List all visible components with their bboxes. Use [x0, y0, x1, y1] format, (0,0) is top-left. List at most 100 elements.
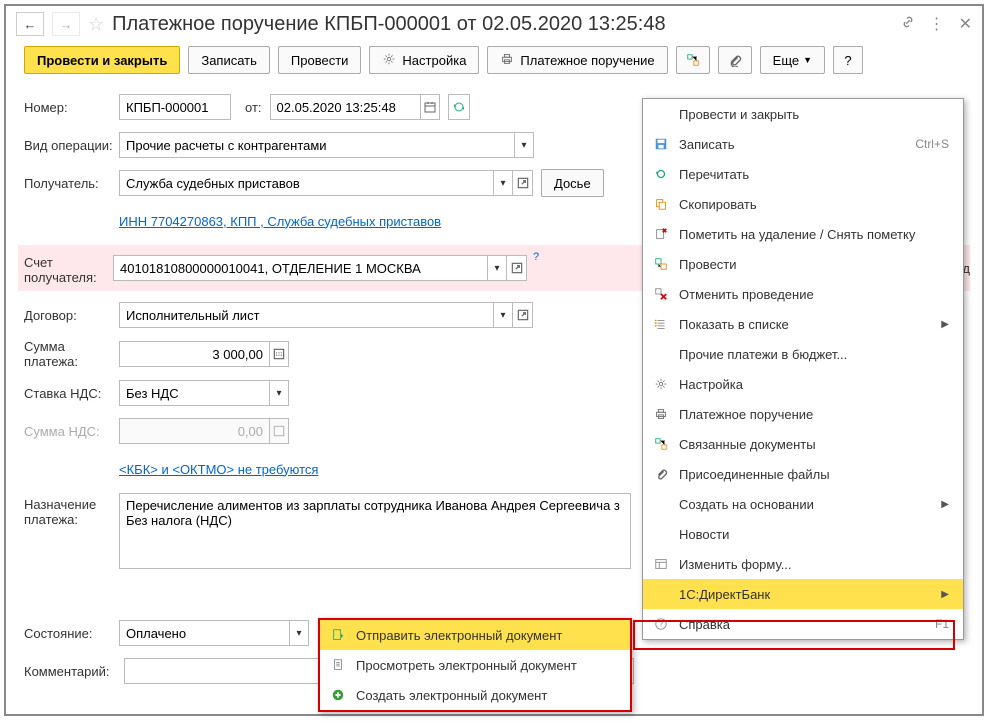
form-icon	[653, 556, 669, 572]
date-input[interactable]	[270, 94, 420, 120]
menu-copy[interactable]: Скопировать	[643, 189, 963, 219]
menu-attached-files[interactable]: Присоединенные файлы	[643, 459, 963, 489]
recipient-input[interactable]	[119, 170, 493, 196]
paperclip-icon	[653, 466, 669, 482]
recipient-label: Получатель:	[24, 176, 119, 191]
save-button[interactable]: Записать	[188, 46, 270, 74]
menu-news[interactable]: Новости	[643, 519, 963, 549]
help-icon: ?	[653, 616, 669, 632]
menu-show-in-list[interactable]: Показать в списке ▶	[643, 309, 963, 339]
menu-settings[interactable]: Настройка	[643, 369, 963, 399]
link-icon[interactable]	[901, 15, 915, 34]
sum-input[interactable]	[119, 341, 269, 367]
vat-rate-dropdown[interactable]: ▾	[269, 380, 289, 406]
state-input[interactable]	[119, 620, 289, 646]
copy-icon	[653, 196, 669, 212]
printer-icon	[653, 406, 669, 422]
menu-help[interactable]: ? Справка F1	[643, 609, 963, 639]
chevron-right-icon: ▶	[941, 589, 949, 600]
unpost-icon	[653, 286, 669, 302]
sum-label: Сумма платежа:	[24, 339, 119, 369]
chevron-right-icon: ▶	[941, 319, 949, 330]
payee-account-label: Счет получателя:	[18, 251, 113, 285]
menu-print-payment-order[interactable]: Платежное поручение	[643, 399, 963, 429]
close-icon[interactable]: ✕	[959, 14, 972, 34]
structure-button[interactable]	[676, 46, 710, 74]
send-doc-icon	[330, 627, 346, 643]
menu-directbank[interactable]: 1С:ДиректБанк ▶	[643, 579, 963, 609]
gear-icon	[382, 52, 396, 69]
vat-sum-calc	[269, 418, 289, 444]
op-type-label: Вид операции:	[24, 138, 119, 153]
more-menu: Провести и закрыть Записать Ctrl+S Переч…	[642, 98, 964, 640]
number-label: Номер:	[24, 100, 119, 115]
window-title: Платежное поручение КПБП-000001 от 02.05…	[112, 13, 892, 36]
purpose-label: Назначение платежа:	[24, 493, 119, 527]
chevron-right-icon: ▶	[941, 499, 949, 510]
contract-open[interactable]	[513, 302, 533, 328]
menu-post-close[interactable]: Провести и закрыть	[643, 99, 963, 129]
payee-account-input[interactable]	[113, 255, 487, 281]
linked-icon	[653, 436, 669, 452]
menu-unpost[interactable]: Отменить проведение	[643, 279, 963, 309]
menu-mark-delete[interactable]: Пометить на удаление / Снять пометку	[643, 219, 963, 249]
post-button[interactable]: Провести	[278, 46, 362, 74]
add-icon	[330, 687, 346, 703]
help-button[interactable]: ?	[833, 46, 863, 74]
dossier-button[interactable]: Досье	[541, 169, 604, 197]
favorite-icon[interactable]: ☆	[88, 14, 104, 35]
delete-mark-icon	[653, 226, 669, 242]
state-dropdown[interactable]: ▾	[289, 620, 309, 646]
sum-calc-button[interactable]	[269, 341, 289, 367]
more-vertical-icon[interactable]: ⋮	[929, 14, 945, 34]
post-icon	[653, 256, 669, 272]
payee-account-dropdown[interactable]: ▾	[487, 255, 507, 281]
attachment-button[interactable]	[718, 46, 752, 74]
number-input[interactable]	[119, 94, 231, 120]
contract-input[interactable]	[119, 302, 493, 328]
op-type-dropdown[interactable]: ▾	[514, 132, 534, 158]
post-and-close-button[interactable]: Провести и закрыть	[24, 46, 180, 74]
menu-save[interactable]: Записать Ctrl+S	[643, 129, 963, 159]
kbk-link[interactable]: <КБК> и <ОКТМО> не требуются	[119, 462, 318, 477]
contract-dropdown[interactable]: ▾	[493, 302, 513, 328]
send-edoc-item[interactable]: Отправить электронный документ	[320, 620, 630, 650]
save-icon	[653, 136, 669, 152]
recipient-dropdown[interactable]: ▾	[493, 170, 513, 196]
view-edoc-item[interactable]: Просмотреть электронный документ	[320, 650, 630, 680]
recipient-open[interactable]	[513, 170, 533, 196]
vat-sum-input	[119, 418, 269, 444]
refresh-button[interactable]	[448, 94, 470, 120]
from-label: от:	[245, 100, 262, 115]
payee-account-open[interactable]	[507, 255, 527, 281]
gear-icon	[653, 376, 669, 392]
svg-text:?: ?	[659, 620, 664, 629]
menu-create-based[interactable]: Создать на основании ▶	[643, 489, 963, 519]
view-doc-icon	[330, 657, 346, 673]
vat-rate-label: Ставка НДС:	[24, 386, 119, 401]
nav-forward-button[interactable]: →	[52, 12, 80, 36]
menu-other-payments[interactable]: Прочие платежи в бюджет...	[643, 339, 963, 369]
print-payment-order-button[interactable]: Платежное поручение	[487, 46, 667, 74]
calendar-button[interactable]	[420, 94, 440, 120]
state-label: Состояние:	[24, 626, 119, 641]
settings-button[interactable]: Настройка	[369, 46, 479, 74]
menu-post[interactable]: Провести	[643, 249, 963, 279]
op-type-input[interactable]	[119, 132, 514, 158]
comment-label: Комментарий:	[24, 664, 124, 679]
help-hint[interactable]: ?	[533, 251, 539, 263]
printer-icon	[500, 52, 514, 69]
menu-reread[interactable]: Перечитать	[643, 159, 963, 189]
purpose-textarea[interactable]	[119, 493, 631, 569]
vat-sum-label: Сумма НДС:	[24, 424, 119, 439]
create-edoc-item[interactable]: Создать электронный документ	[320, 680, 630, 710]
directbank-submenu: Отправить электронный документ Просмотре…	[318, 618, 632, 712]
more-button[interactable]: Еще ▼	[760, 46, 825, 74]
menu-edit-form[interactable]: Изменить форму...	[643, 549, 963, 579]
refresh-icon	[653, 166, 669, 182]
menu-linked-docs[interactable]: Связанные документы	[643, 429, 963, 459]
vat-rate-input[interactable]	[119, 380, 269, 406]
contract-label: Договор:	[24, 308, 119, 323]
nav-back-button[interactable]: ←	[16, 12, 44, 36]
inn-link[interactable]: ИНН 7704270863, КПП , Служба судебных пр…	[119, 214, 441, 229]
